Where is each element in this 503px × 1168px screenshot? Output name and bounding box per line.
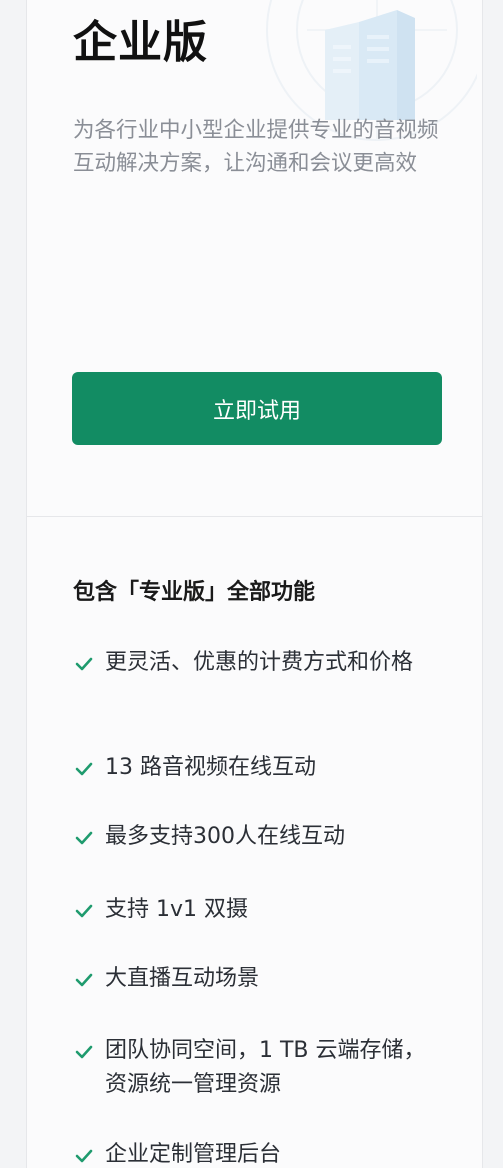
- check-icon: [75, 1045, 93, 1059]
- feature-text: 大直播互动场景: [105, 966, 260, 991]
- check-icon: [75, 973, 93, 987]
- feature-item: 最多支持300人在线互动: [73, 820, 463, 854]
- feature-text: 更灵活、优惠的计费方式和价格: [105, 650, 414, 675]
- feature-item: 13 路音视频在线互动: [73, 751, 463, 785]
- plan-header: 企业版 为各行业中小型企业提供专业的音视频互动解决方案，让沟通和会议更高效 立即…: [27, 0, 482, 517]
- check-icon: [75, 1149, 93, 1163]
- feature-item: 更灵活、优惠的计费方式和价格: [73, 646, 463, 680]
- feature-item: 支持 1v1 双摄: [73, 893, 463, 927]
- feature-item: 大直播互动场景: [73, 962, 463, 996]
- features-heading: 包含「专业版」全部功能: [73, 580, 316, 605]
- check-icon: [75, 657, 93, 671]
- try-now-button[interactable]: 立即试用: [72, 372, 442, 445]
- check-icon: [75, 762, 93, 776]
- feature-text: 企业定制管理后台: [105, 1142, 282, 1167]
- page: 企业版 为各行业中小型企业提供专业的音视频互动解决方案，让沟通和会议更高效 立即…: [0, 0, 503, 1168]
- pricing-card-enterprise: 企业版 为各行业中小型企业提供专业的音视频互动解决方案，让沟通和会议更高效 立即…: [26, 0, 483, 1168]
- feature-item: 企业定制管理后台: [73, 1138, 463, 1168]
- feature-text: 支持 1v1 双摄: [105, 897, 249, 922]
- feature-text: 13 路音视频在线互动: [105, 755, 316, 780]
- check-icon: [75, 831, 93, 845]
- feature-text: 最多支持300人在线互动: [105, 824, 345, 849]
- feature-item: 团队协同空间，1 TB 云端存储，资源统一管理资源: [73, 1034, 463, 1102]
- plan-title: 企业版: [73, 17, 208, 68]
- feature-text: 团队协同空间，1 TB 云端存储，资源统一管理资源: [105, 1038, 426, 1097]
- plan-description: 为各行业中小型企业提供专业的音视频互动解决方案，让沟通和会议更高效: [73, 118, 439, 176]
- check-icon: [75, 904, 93, 918]
